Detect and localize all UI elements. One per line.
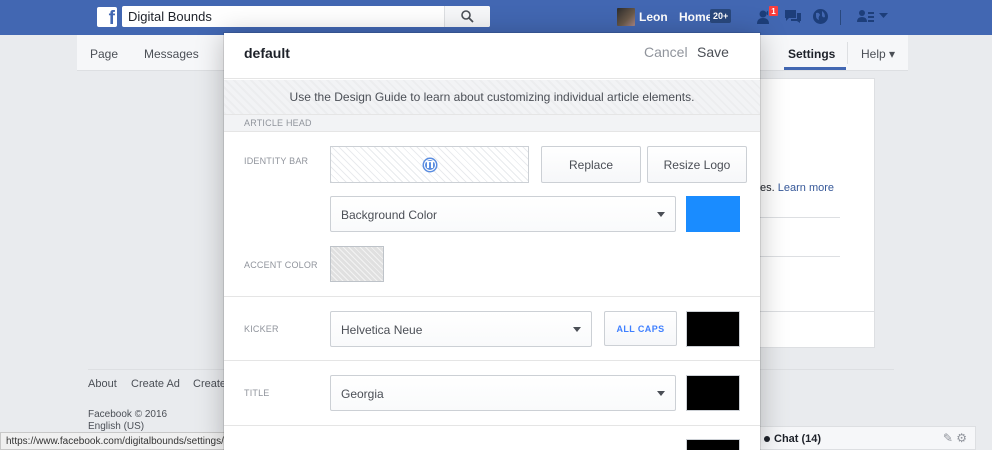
notifications-globe-icon[interactable] (812, 8, 829, 25)
kicker-font-value: Helvetica Neue (341, 323, 423, 337)
tab-help[interactable]: Help ▾ (861, 47, 895, 61)
gear-icon[interactable]: ⚙ (956, 431, 967, 445)
resize-logo-button[interactable]: Resize Logo (647, 146, 747, 183)
title-label: TITLE (244, 388, 270, 398)
dropdown-chevron-icon[interactable] (879, 13, 888, 19)
copyright-text: Facebook © 2016 (88, 409, 168, 420)
home-link[interactable]: Home (679, 10, 712, 24)
nav-divider (847, 42, 848, 64)
next-row-color-swatch[interactable] (686, 439, 740, 450)
accent-color-swatch[interactable] (330, 246, 384, 282)
footer-link-create[interactable]: Create (193, 378, 226, 390)
dropdown-caret-icon (573, 327, 581, 332)
logo-icon (422, 157, 438, 173)
design-guide-text: Use the Design Guide to learn about cust… (289, 90, 695, 104)
chat-bar[interactable]: Chat (14) ✎ ⚙ (752, 426, 976, 450)
account-menu-icon[interactable] (857, 8, 875, 24)
replace-logo-button[interactable]: Replace (541, 146, 641, 183)
new-message-icon[interactable]: ✎ (943, 431, 953, 445)
accent-color-label: ACCENT COLOR (244, 260, 318, 270)
dropdown-caret-icon (657, 391, 665, 396)
user-avatar[interactable] (617, 8, 635, 26)
learn-more-text: es. Learn more (760, 182, 834, 194)
dialog-title: default (244, 45, 290, 61)
chat-options[interactable]: ✎ ⚙ (943, 431, 967, 445)
search-box[interactable] (122, 6, 490, 27)
divider (760, 311, 875, 312)
logo-preview[interactable] (330, 146, 529, 183)
divider (760, 256, 840, 257)
search-button[interactable] (444, 6, 490, 27)
title-font-select[interactable]: Georgia (330, 375, 676, 411)
chat-label: Chat (14) (774, 433, 822, 445)
kicker-font-select[interactable]: Helvetica Neue (330, 311, 592, 347)
section-header-article-head: ARTICLE HEAD (224, 115, 760, 132)
tab-page[interactable]: Page (90, 47, 118, 61)
identity-bar-label: IDENTITY BAR (244, 156, 309, 166)
kicker-color-swatch[interactable] (686, 311, 740, 347)
section-heading: ARTICLE HEAD (244, 118, 312, 128)
design-guide-banner: Use the Design Guide to learn about cust… (224, 80, 760, 115)
style-editor-dialog: default Cancel Save Use the Design Guide… (224, 33, 760, 450)
background-color-select-value: Background Color (341, 208, 438, 222)
profile-link[interactable]: Leon (639, 10, 668, 24)
background-color-select[interactable]: Background Color (330, 196, 676, 232)
divider (760, 217, 840, 218)
messages-icon[interactable] (784, 8, 802, 25)
friend-requests-badge: 1 (768, 5, 779, 17)
footer-link-about[interactable]: About (88, 378, 117, 390)
search-icon (461, 10, 474, 23)
active-tab-indicator (784, 67, 846, 70)
row-divider (224, 360, 760, 361)
title-font-value: Georgia (341, 387, 384, 401)
facebook-logo-icon[interactable]: f (97, 7, 117, 27)
row-divider (224, 296, 760, 297)
search-input[interactable] (122, 6, 452, 27)
row-divider (224, 425, 760, 426)
top-navigation-bar: f Leon Home 20+ 1 (0, 0, 992, 35)
learn-more-link[interactable]: Learn more (778, 182, 834, 194)
footer-link-create-ad[interactable]: Create Ad (131, 378, 180, 390)
cancel-button[interactable]: Cancel (644, 44, 688, 60)
topbar-separator (840, 10, 841, 25)
all-caps-toggle[interactable]: ALL CAPS (604, 311, 677, 346)
footer-copyright: Facebook © 2016 English (US) (88, 409, 167, 433)
save-button[interactable]: Save (697, 44, 729, 60)
online-status-icon (764, 436, 770, 442)
background-color-swatch[interactable] (686, 196, 740, 232)
title-color-swatch[interactable] (686, 375, 740, 411)
dialog-header: default Cancel Save (224, 33, 760, 79)
dropdown-caret-icon (657, 212, 665, 217)
kicker-label: KICKER (244, 324, 279, 334)
learn-more-prefix: es. (760, 182, 775, 194)
tab-settings[interactable]: Settings (788, 47, 835, 61)
settings-content-panel (760, 78, 875, 348)
tab-messages[interactable]: Messages (144, 47, 199, 61)
home-count-badge: 20+ (710, 9, 732, 23)
